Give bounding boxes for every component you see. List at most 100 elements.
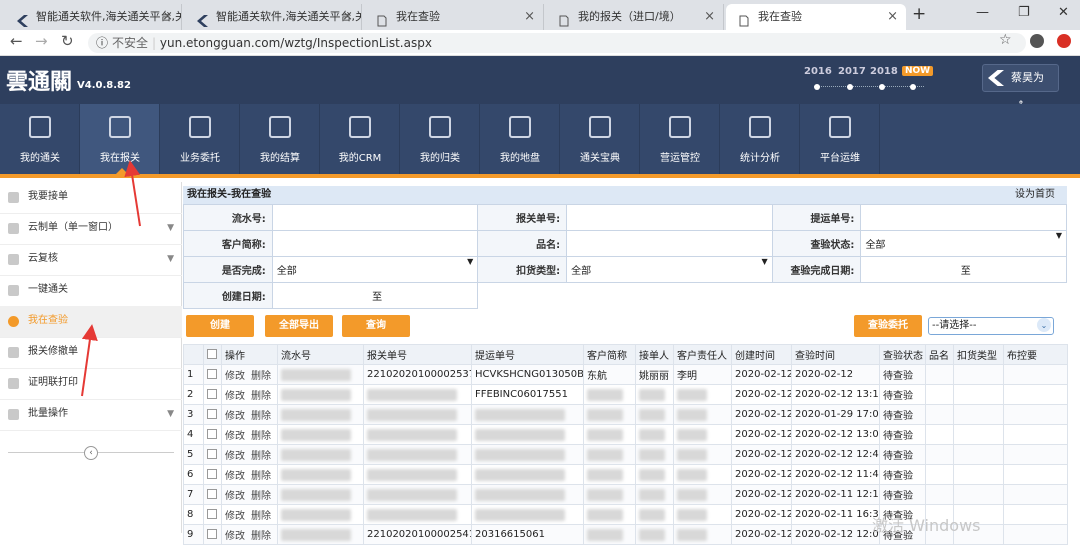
edit-link[interactable]: 修改 xyxy=(225,371,245,382)
close-window-icon[interactable]: ✕ xyxy=(1058,5,1069,20)
column-header[interactable]: 提运单号 xyxy=(471,344,584,365)
profile-icon[interactable] xyxy=(1030,34,1044,48)
decl-no-input[interactable] xyxy=(566,204,773,231)
collapse-sidebar-icon[interactable]: ‹ xyxy=(84,446,98,460)
serial-no-input[interactable] xyxy=(271,204,479,231)
row-checkbox[interactable] xyxy=(207,369,217,379)
create-button[interactable]: 创建 xyxy=(186,315,254,337)
maximize-icon[interactable]: ❐ xyxy=(1018,5,1030,20)
delete-link[interactable]: 删除 xyxy=(251,391,271,402)
delete-link[interactable]: 删除 xyxy=(251,471,271,482)
delete-link[interactable]: 删除 xyxy=(251,411,271,422)
bl-no-input[interactable] xyxy=(860,204,1067,231)
created-date-range[interactable]: 至 xyxy=(271,282,479,309)
inspect-done-date-range[interactable]: 至 xyxy=(860,256,1067,283)
year-label[interactable]: 2016 xyxy=(804,66,832,77)
url-field[interactable]: ⓘ 不安全 | yun.etongguan.com/wztg/InspectionL… xyxy=(88,33,1026,53)
browser-tab[interactable]: 我的报关（进口/境） × xyxy=(546,4,724,30)
sidebar-item[interactable]: 一键通关 xyxy=(0,275,182,307)
menu-item[interactable]: 我的CRM xyxy=(320,104,400,174)
year-label[interactable]: 2017 xyxy=(838,66,866,77)
menu-item[interactable]: 我的通关 xyxy=(0,104,80,174)
new-tab-icon[interactable]: + xyxy=(912,4,926,24)
column-header[interactable]: 查验时间 xyxy=(791,344,880,365)
column-header[interactable]: 接单人 xyxy=(635,344,674,365)
browser-tab[interactable]: 智能通关软件,海关通关平台,关 × xyxy=(4,4,182,30)
menu-item[interactable]: 平台运维 xyxy=(800,104,880,174)
customer-input[interactable] xyxy=(271,230,479,257)
browser-tab-active[interactable]: 我在查验 × xyxy=(726,4,906,30)
edit-link[interactable]: 修改 xyxy=(225,431,245,442)
column-header[interactable]: 客户责任人 xyxy=(673,344,732,365)
delete-link[interactable]: 删除 xyxy=(251,451,271,462)
row-checkbox[interactable] xyxy=(207,409,217,419)
delete-link[interactable]: 删除 xyxy=(251,371,271,382)
sidebar-item[interactable]: 云复核 ▼ xyxy=(0,244,182,276)
menu-item[interactable]: 营运管控 xyxy=(640,104,720,174)
info-icon[interactable]: ⓘ xyxy=(96,36,108,50)
delegate-select[interactable]: --请选择-- ⌄ xyxy=(928,317,1054,335)
close-tab-icon[interactable]: × xyxy=(887,4,898,30)
row-checkbox[interactable] xyxy=(207,469,217,479)
forward-icon[interactable]: → xyxy=(35,32,48,50)
query-button[interactable]: 查询 xyxy=(342,315,410,337)
column-header[interactable]: 流水号 xyxy=(277,344,364,365)
reload-icon[interactable]: ↻ xyxy=(61,32,74,50)
edit-link[interactable]: 修改 xyxy=(225,411,245,422)
row-checkbox[interactable] xyxy=(207,489,217,499)
expand-caret-icon[interactable]: ▼ xyxy=(167,244,174,274)
edit-link[interactable]: 修改 xyxy=(225,471,245,482)
bookmark-star-icon[interactable]: ☆ xyxy=(999,32,1012,48)
column-header[interactable]: 报关单号 xyxy=(363,344,472,365)
sidebar-item[interactable]: 我在查验 xyxy=(0,306,182,338)
export-all-button[interactable]: 全部导出 xyxy=(265,315,333,337)
table-row[interactable]: 1 修改删除 221020201000025370HCVKSHCNG013050B1… xyxy=(183,364,1068,385)
row-checkbox[interactable] xyxy=(207,389,217,399)
year-label[interactable]: 2018 xyxy=(870,66,898,77)
column-header[interactable]: 扣货类型 xyxy=(953,344,1004,365)
sidebar-item[interactable]: 我要接单 xyxy=(0,182,182,214)
delete-link[interactable]: 删除 xyxy=(251,431,271,442)
table-row[interactable]: 4 修改 删除 2020-02-12 2020-02-12 13:09 待查验 xyxy=(183,424,1068,445)
close-tab-icon[interactable]: × xyxy=(342,4,353,30)
sidebar-item[interactable]: 证明联打印 xyxy=(0,368,182,400)
menu-item[interactable]: 统计分析 xyxy=(720,104,800,174)
edit-link[interactable]: 修改 xyxy=(225,451,245,462)
close-tab-icon[interactable]: × xyxy=(162,4,173,30)
delete-link[interactable]: 删除 xyxy=(251,491,271,502)
product-input[interactable] xyxy=(566,230,773,257)
expand-caret-icon[interactable]: ▼ xyxy=(167,399,174,429)
menu-item[interactable]: 我的地盘 xyxy=(480,104,560,174)
table-row[interactable]: 5 修改 删除 2020-02-12 2020-02-12 12:49 待查验 xyxy=(183,444,1068,465)
extension-icon[interactable] xyxy=(1057,34,1071,48)
sidebar-item[interactable]: 批量操作 ▼ xyxy=(0,399,182,431)
expand-caret-icon[interactable]: ▼ xyxy=(167,213,174,243)
edit-link[interactable]: 修改 xyxy=(225,391,245,402)
browser-tab[interactable]: 我在查验 × xyxy=(364,4,544,30)
select-all-checkbox[interactable] xyxy=(207,349,217,359)
close-tab-icon[interactable]: × xyxy=(524,4,535,30)
column-header[interactable] xyxy=(183,344,204,365)
table-row[interactable]: 2 修改 删除 FFEBINC06017551 2020-02-12 2020-02-12… xyxy=(183,384,1068,405)
inspect-delegate-button[interactable]: 查验委托 xyxy=(854,315,922,337)
sidebar-item[interactable]: 云制单（单一窗口） ▼ xyxy=(0,213,182,245)
user-menu[interactable]: 蔡昊为 ⇕ xyxy=(982,64,1059,110)
column-header[interactable]: 品名 xyxy=(925,344,954,365)
close-tab-icon[interactable]: × xyxy=(704,4,715,30)
table-row[interactable]: 7 修改 删除 2020-02-12 2020-02-11 12:15 待查验 xyxy=(183,484,1068,505)
row-checkbox[interactable] xyxy=(207,429,217,439)
menu-item[interactable]: 我的归类 xyxy=(400,104,480,174)
sidebar-item[interactable]: 报关修撤单 xyxy=(0,337,182,369)
set-home-link[interactable]: 设为首页 xyxy=(1015,186,1055,204)
column-header[interactable]: 操作 xyxy=(221,344,278,365)
column-header[interactable]: 查验状态 xyxy=(879,344,926,365)
row-checkbox[interactable] xyxy=(207,529,217,539)
inspect-status-select[interactable]: 全部 ▼ xyxy=(860,230,1067,257)
column-header[interactable]: 布控要 xyxy=(1003,344,1068,365)
column-header[interactable] xyxy=(203,344,222,365)
edit-link[interactable]: 修改 xyxy=(225,511,245,522)
completed-select[interactable]: 全部 ▼ xyxy=(271,256,479,283)
deduct-type-select[interactable]: 全部 ▼ xyxy=(566,256,773,283)
browser-tab[interactable]: 智能通关软件,海关通关平台,关 × xyxy=(184,4,362,30)
table-row[interactable]: 3 修改 删除 2020-02-12 2020-01-29 17:08 待查验 xyxy=(183,404,1068,425)
